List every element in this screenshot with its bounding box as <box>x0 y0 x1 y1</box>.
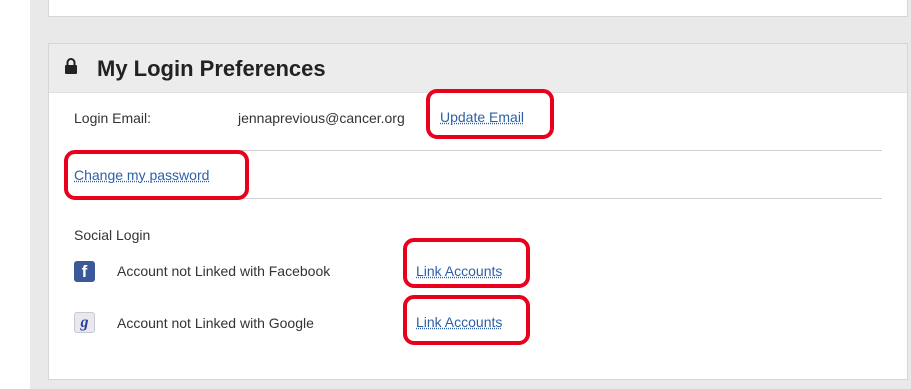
link-facebook-button[interactable]: Link Accounts <box>416 263 502 279</box>
update-email-link[interactable]: Update Email <box>440 109 524 125</box>
facebook-icon: f <box>74 261 95 282</box>
divider <box>74 150 882 151</box>
facebook-status: Account not Linked with Facebook <box>117 263 331 279</box>
link-google-button[interactable]: Link Accounts <box>416 314 502 330</box>
google-status: Account not Linked with Google <box>117 315 314 331</box>
social-login-heading: Social Login <box>74 227 151 243</box>
login-preferences-panel: My Login Preferences Login Email: jennap… <box>48 43 908 380</box>
previous-panel <box>48 0 908 17</box>
google-icon: g <box>74 312 95 333</box>
page-margin <box>0 0 30 389</box>
divider <box>74 198 882 199</box>
panel-title: My Login Preferences <box>97 56 326 81</box>
lock-icon <box>65 58 77 74</box>
panel-header: My Login Preferences <box>49 44 907 93</box>
login-email-label: Login Email: <box>74 110 152 126</box>
login-email-value: jennaprevious@cancer.org <box>238 110 405 126</box>
change-password-link[interactable]: Change my password <box>74 167 209 183</box>
